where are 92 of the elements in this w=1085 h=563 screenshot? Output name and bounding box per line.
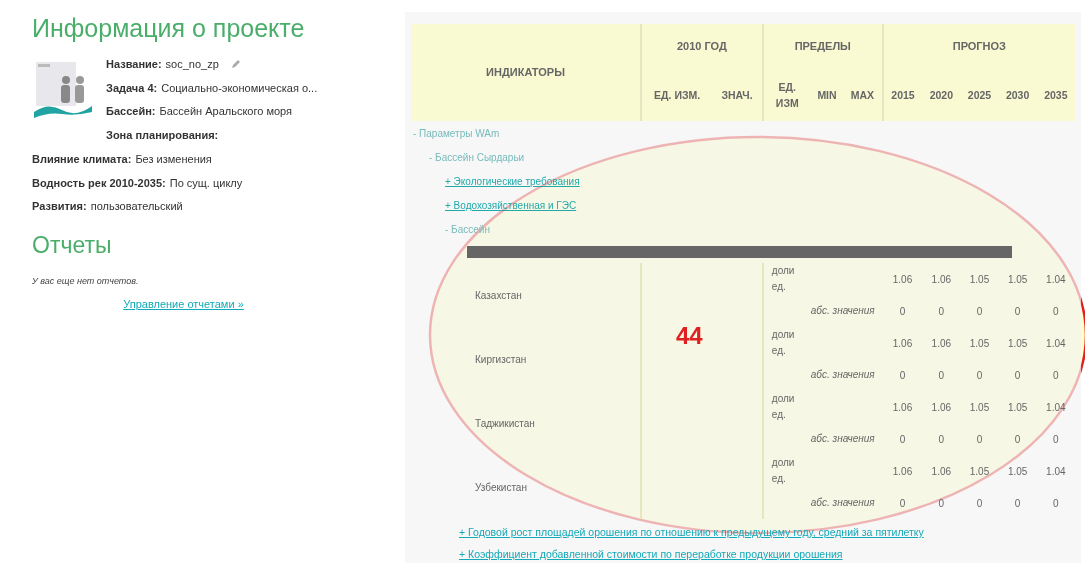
unit-label: доли ед.	[762, 391, 811, 423]
table-cell-text: 0	[975, 304, 984, 319]
table-cell-text: 0	[937, 304, 946, 319]
table-cell-text: 0	[937, 368, 946, 383]
column-group-header: 2010 ГОД	[641, 24, 763, 68]
tree-node[interactable]: - Параметры WAm	[413, 127, 500, 139]
table-cell-text: 0	[937, 432, 946, 447]
table-cell-text: 1.06	[930, 336, 953, 351]
column-header: MAX	[843, 68, 883, 121]
table-cell-text: 0	[898, 496, 907, 511]
table-cell-text: 0	[975, 368, 984, 383]
field-value: Социально-экономическая о...	[161, 80, 318, 96]
annotation-number: 44	[676, 322, 703, 349]
table-cell-text: 0	[937, 496, 946, 511]
column-group-header: ПРОГНОЗ	[882, 24, 1075, 68]
country-name: Узбекистан	[411, 455, 641, 519]
table-cell-text: 0	[1013, 432, 1022, 447]
indicator-link[interactable]: + Годовой рост площадей орошения по отношению к предыдущему году, средний за пятилетку	[459, 525, 1075, 541]
table-cell-text: 0	[898, 432, 907, 447]
unit-label: абс. значения	[762, 295, 883, 327]
table-cell-text: 1.06	[930, 272, 953, 287]
column-header: 2015	[882, 68, 923, 121]
country-name: Казахстан	[411, 263, 641, 327]
manage-reports-link[interactable]: Управление отчетами »	[123, 296, 244, 313]
setting-value: По сущ. циклу	[169, 175, 243, 191]
indicator-link[interactable]: + Коэффициент добавленной стоимости по переработке продукции орошения	[459, 546, 1075, 563]
table-cell-text: 0	[1052, 304, 1060, 319]
table-cell-text: 0	[1052, 432, 1060, 447]
field-label: Бассейн:	[106, 104, 156, 119]
column-header: ЕД. ИЗМ	[762, 68, 811, 121]
table-cell-text: 0	[1052, 368, 1060, 383]
unit-label: доли ед.	[762, 455, 811, 487]
unit-label: доли ед.	[762, 327, 811, 359]
table-cell-text: 0	[1013, 496, 1022, 511]
table-cell-text: 1.04	[1045, 272, 1067, 287]
tree-node[interactable]: - Бассейн Сырдарьи	[429, 151, 525, 163]
empty-reports-note: У вас еще нет отчетов.	[32, 274, 140, 288]
unit-label: абс. значения	[762, 423, 883, 455]
unit-label: доли ед.	[762, 263, 811, 295]
table-cell-text: 1.06	[891, 272, 914, 287]
table-cell-text: 0	[1013, 368, 1022, 383]
table-cell-text: 1.05	[1006, 272, 1029, 287]
column-header: 2025	[960, 68, 999, 121]
field-label: Зона планирования:	[106, 127, 219, 143]
tree-link[interactable]: + Экологические требования	[445, 175, 580, 187]
table-cell-text: 1.04	[1045, 464, 1067, 479]
table-cell-text: 1.05	[968, 336, 991, 351]
setting-label: Водность рек 2010-2035:	[32, 175, 166, 191]
field-label: Название:	[106, 57, 162, 72]
pencil-icon[interactable]	[230, 59, 241, 70]
country-name: Киргизстан	[411, 327, 641, 391]
unit-label: абс. значения	[762, 359, 883, 391]
field-value: soc_no_zp	[165, 57, 219, 72]
table-cell-text: 1.06	[930, 464, 953, 479]
table-cell-text: 1.06	[891, 336, 914, 351]
field-label: Задача 4:	[106, 80, 158, 96]
section-title: Отчеты	[32, 230, 113, 259]
table-cell-text: 0	[898, 304, 907, 319]
setting-label: Влияние климата:	[32, 152, 132, 167]
table-cell-text: 1.05	[1006, 400, 1029, 415]
page-title: Информация о проекте	[32, 13, 306, 44]
table-cell-text: 1.04	[1045, 400, 1067, 415]
column-header: 2030	[998, 68, 1037, 121]
tree-link[interactable]: + Водохозяйственная и ГЭС	[445, 199, 577, 211]
column-header: ИНДИКАТОРЫ	[411, 24, 641, 121]
column-header: 2035	[1036, 68, 1075, 121]
table-cell-text: 1.05	[968, 464, 991, 479]
table-cell-text: 0	[1052, 496, 1060, 511]
field-value: Бассейн Аральского моря	[159, 104, 293, 119]
unit-label: абс. значения	[762, 487, 883, 519]
table-cell-text: 1.04	[1045, 336, 1067, 351]
setting-value: пользовательский	[90, 199, 183, 214]
table-cell-text: 1.05	[1006, 336, 1029, 351]
setting-label: Развития:	[32, 199, 87, 214]
column-header: ЕД. ИЗМ.	[641, 68, 713, 121]
table-cell-text: 1.06	[930, 400, 953, 415]
table-cell-text: 1.05	[968, 400, 991, 415]
table-cell-text: 0	[1013, 304, 1022, 319]
table-cell-text: 0	[975, 432, 984, 447]
table-cell-text: 0	[975, 496, 984, 511]
column-header: 2020	[922, 68, 961, 121]
table-cell-text: 1.06	[891, 400, 914, 415]
table-cell-text: 1.05	[1006, 464, 1029, 479]
tree-node[interactable]: - Бассейн	[445, 223, 490, 235]
country-name: Таджикистан	[411, 391, 641, 455]
column-header: MIN	[810, 68, 844, 121]
table-cell-text: 1.06	[891, 464, 914, 479]
column-group-header: ПРЕДЕЛЫ	[762, 24, 883, 68]
table-cell-text: 1.05	[968, 272, 991, 287]
column-header: ЗНАЧ.	[712, 68, 763, 121]
setting-value: Без изменения	[135, 152, 212, 167]
table-cell-text: 0	[898, 368, 907, 383]
